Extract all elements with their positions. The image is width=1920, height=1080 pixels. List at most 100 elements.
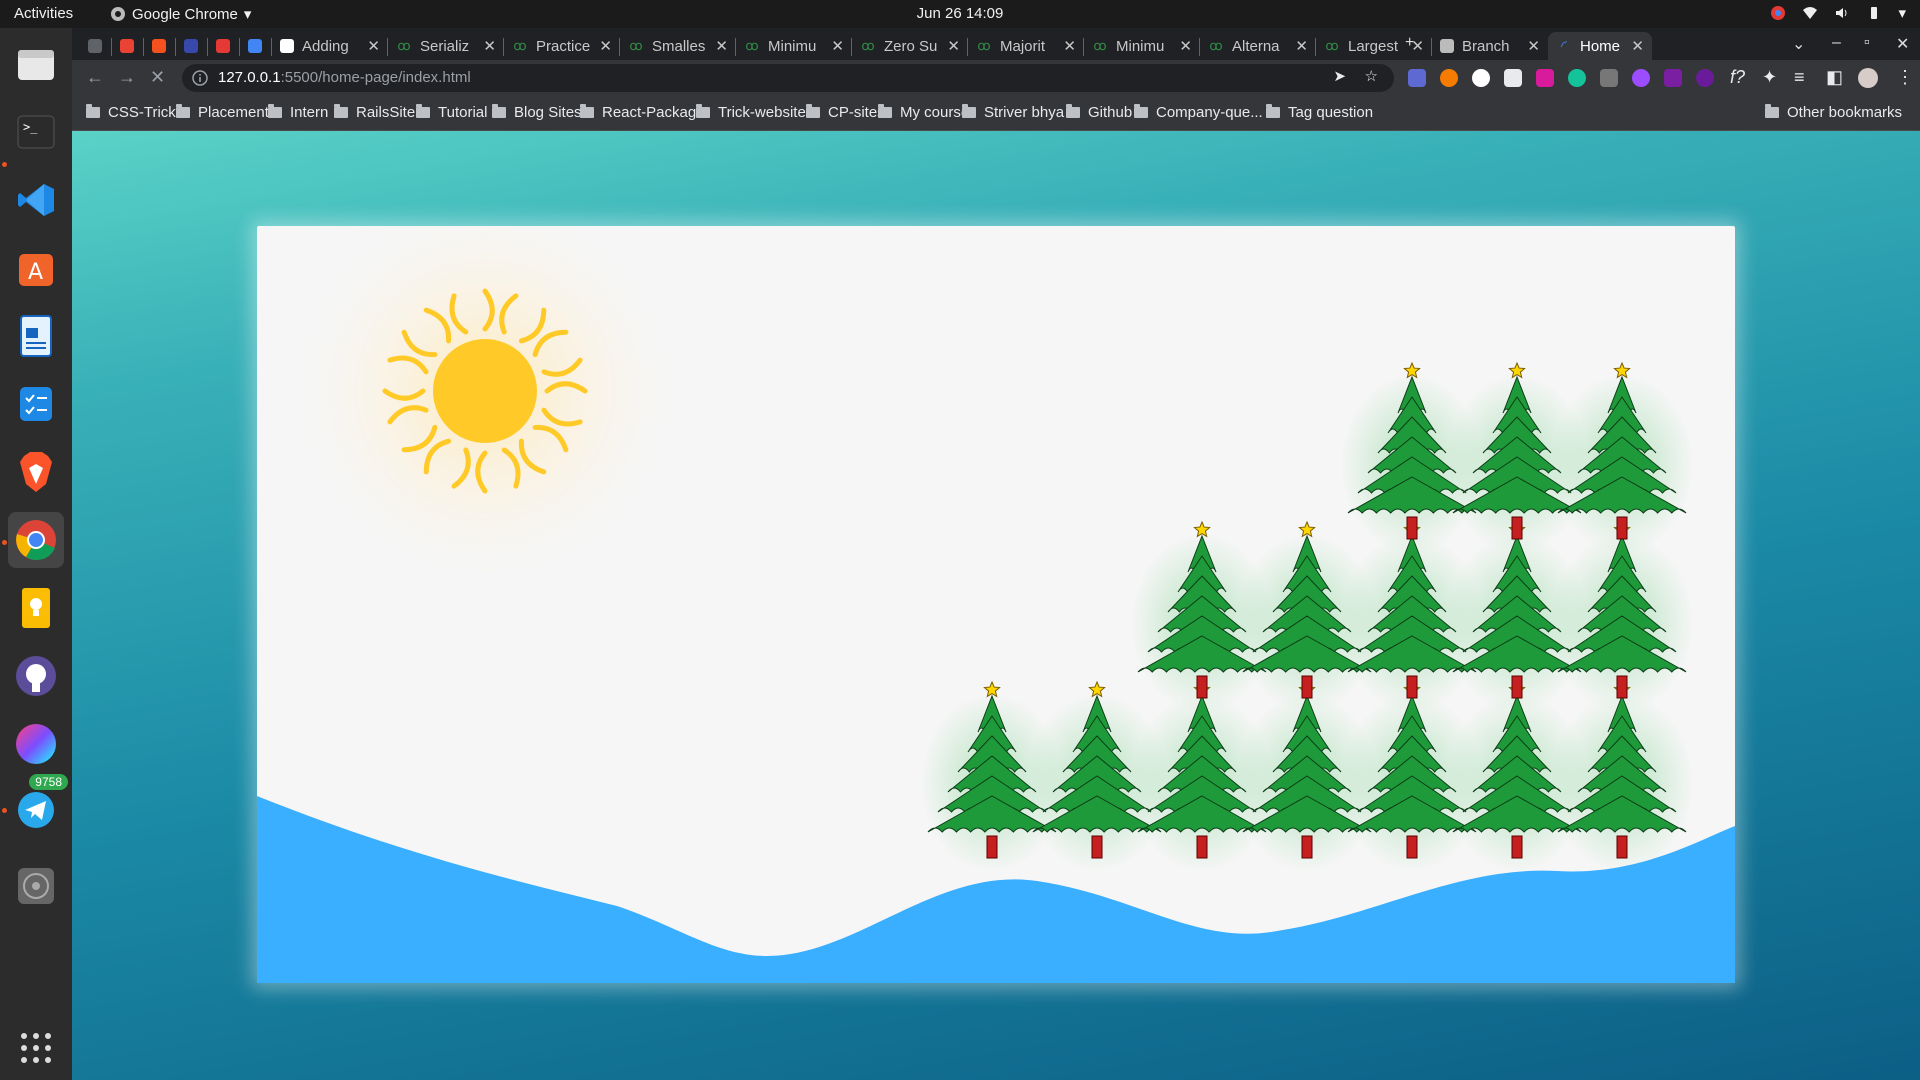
bookmark-folder[interactable]: CSS-Tricks	[86, 104, 183, 121]
clock[interactable]: Jun 26 14:09	[0, 5, 1920, 22]
dock-software[interactable]: A	[8, 240, 64, 296]
dock-chrome[interactable]	[8, 512, 64, 568]
show-apps-button[interactable]	[8, 1020, 64, 1076]
dock-github[interactable]	[8, 648, 64, 704]
folder-icon	[86, 104, 100, 118]
bookmark-folder[interactable]: Tag question	[1266, 104, 1373, 121]
e-icon	[152, 39, 166, 53]
dock-files[interactable]	[8, 36, 64, 92]
bookmark-label: Blog Sites	[514, 104, 582, 121]
tab-branch[interactable]: Branch ✕	[1432, 32, 1548, 60]
bookmark-folder[interactable]: Tutorial	[416, 104, 487, 121]
media-control-icon[interactable]: ≡	[1794, 67, 1805, 88]
close-tab-icon[interactable]: ✕	[599, 37, 612, 55]
close-window-button[interactable]: ✕	[1896, 34, 1909, 54]
bookmark-folder[interactable]: Blog Sites	[492, 104, 582, 121]
dock-brave[interactable]	[8, 444, 64, 500]
tab-alterna[interactable]: ꝏ Alterna ✕	[1200, 32, 1316, 60]
close-tab-icon[interactable]: ✕	[831, 37, 844, 55]
bookmark-folder[interactable]: Placement	[176, 104, 269, 121]
battery-icon[interactable]	[1866, 5, 1882, 21]
tab-gmail-icon[interactable]	[112, 32, 144, 60]
bookmark-folder[interactable]: Github	[1066, 104, 1132, 121]
close-tab-icon[interactable]: ✕	[1063, 37, 1076, 55]
bookmark-folder[interactable]: Striver bhya	[962, 104, 1064, 121]
dock-notes[interactable]	[8, 580, 64, 636]
stop-loading-icon[interactable]: ✕	[150, 67, 165, 88]
dock-telegram[interactable]: 9758	[8, 774, 68, 836]
profile-avatar[interactable]	[1858, 68, 1878, 88]
extension-grey-icon[interactable]	[1600, 69, 1618, 87]
tab-e-icon[interactable]	[144, 32, 176, 60]
bookmark-folder[interactable]: My course	[878, 104, 969, 121]
forward-arrow-icon[interactable]: →	[118, 67, 136, 88]
bookmark-folder[interactable]: Intern	[268, 104, 328, 121]
extension-purple-icon[interactable]	[1632, 69, 1650, 87]
extension-badge-icon[interactable]	[1664, 69, 1682, 87]
dock-writer[interactable]	[8, 308, 64, 364]
folder-icon	[416, 104, 430, 118]
tab-largest[interactable]: ꝏ Largest ✕	[1316, 32, 1432, 60]
close-tab-icon[interactable]: ✕	[1295, 37, 1308, 55]
extension-download-icon[interactable]	[1696, 69, 1714, 87]
bookmark-folder[interactable]: Company-que...	[1134, 104, 1263, 121]
close-tab-icon[interactable]: ✕	[1179, 37, 1192, 55]
tab-docs-icon[interactable]	[240, 32, 272, 60]
chrome-status-icon[interactable]	[1770, 5, 1786, 21]
tab-minimu[interactable]: ꝏ Minimu ✕	[1084, 32, 1200, 60]
close-tab-icon[interactable]: ✕	[367, 37, 380, 55]
wifi-icon[interactable]	[1802, 5, 1818, 21]
extension-b-icon[interactable]	[1504, 69, 1522, 87]
minimize-button[interactable]: –	[1832, 34, 1841, 52]
dock-vscode[interactable]	[8, 172, 64, 228]
extension-t-icon[interactable]	[1536, 69, 1554, 87]
extension-fx-icon[interactable]: f?	[1730, 67, 1745, 88]
close-tab-icon[interactable]: ✕	[1527, 37, 1540, 55]
tab-home[interactable]: ◜ Home ✕	[1548, 32, 1652, 60]
dock-tasks[interactable]	[8, 376, 64, 432]
tab-smalles[interactable]: ꝏ Smalles ✕	[620, 32, 736, 60]
back-arrow-icon[interactable]: ←	[86, 67, 104, 88]
dock-disc[interactable]	[8, 858, 64, 914]
bookmark-label: Company-que...	[1156, 104, 1263, 121]
tab-minimu[interactable]: ꝏ Minimu ✕	[736, 32, 852, 60]
bookmark-folder[interactable]: React-Package	[580, 104, 705, 121]
volume-icon[interactable]	[1834, 5, 1850, 21]
bookmark-folder[interactable]: CP-sites	[806, 104, 885, 121]
close-tab-icon[interactable]: ✕	[715, 37, 728, 55]
tab-practice[interactable]: ꝏ Practice ✕	[504, 32, 620, 60]
tab-c-icon[interactable]	[176, 32, 208, 60]
tab-serializ[interactable]: ꝏ Serializ ✕	[388, 32, 504, 60]
bookmark-folder[interactable]: RailsSite	[334, 104, 415, 121]
tab-red-icon[interactable]	[208, 32, 240, 60]
extension-circle-icon[interactable]	[1472, 69, 1490, 87]
extension-grammarly-icon[interactable]	[1568, 69, 1586, 87]
info-icon[interactable]	[192, 70, 208, 86]
folder-icon	[962, 104, 976, 118]
extensions-puzzle-icon[interactable]: ✦	[1762, 67, 1777, 88]
menu-kebab-icon[interactable]: ⋮	[1896, 67, 1914, 88]
address-bar[interactable]: 127.0.0.1:5500/home-page/index.html ➤ ☆	[182, 64, 1394, 92]
new-tab-button[interactable]: +	[1405, 34, 1414, 52]
close-tab-icon[interactable]: ✕	[1631, 37, 1644, 55]
close-tab-icon[interactable]: ✕	[483, 37, 496, 55]
side-panel-icon[interactable]: ◧	[1826, 67, 1843, 88]
other-bookmarks[interactable]: Other bookmarks	[1765, 104, 1902, 121]
browser-toolbar: ← → ✕ 127.0.0.1:5500/home-page/index.htm…	[72, 60, 1920, 96]
dock-terminal[interactable]: >_	[8, 104, 64, 160]
tab-adding[interactable]: Adding ✕	[272, 32, 388, 60]
close-tab-icon[interactable]: ✕	[947, 37, 960, 55]
tab-link-icon[interactable]	[80, 32, 112, 60]
tab-zero-su[interactable]: ꝏ Zero Su ✕	[852, 32, 968, 60]
tab-majorit[interactable]: ꝏ Majorit ✕	[968, 32, 1084, 60]
bookmark-star-icon[interactable]: ☆	[1365, 67, 1378, 85]
extension-translate-icon[interactable]	[1408, 69, 1426, 87]
maximize-button[interactable]: ▫	[1864, 34, 1870, 52]
system-tray[interactable]: ▾	[1770, 4, 1906, 22]
send-tab-icon[interactable]: ➤	[1333, 67, 1346, 85]
bookmark-folder[interactable]: Trick-website	[696, 104, 806, 121]
chevron-down-icon[interactable]: ▾	[1898, 4, 1906, 22]
dock-color-app[interactable]	[8, 716, 64, 772]
extension-fox-icon[interactable]	[1440, 69, 1458, 87]
tab-search-icon[interactable]: ⌄	[1792, 34, 1805, 54]
